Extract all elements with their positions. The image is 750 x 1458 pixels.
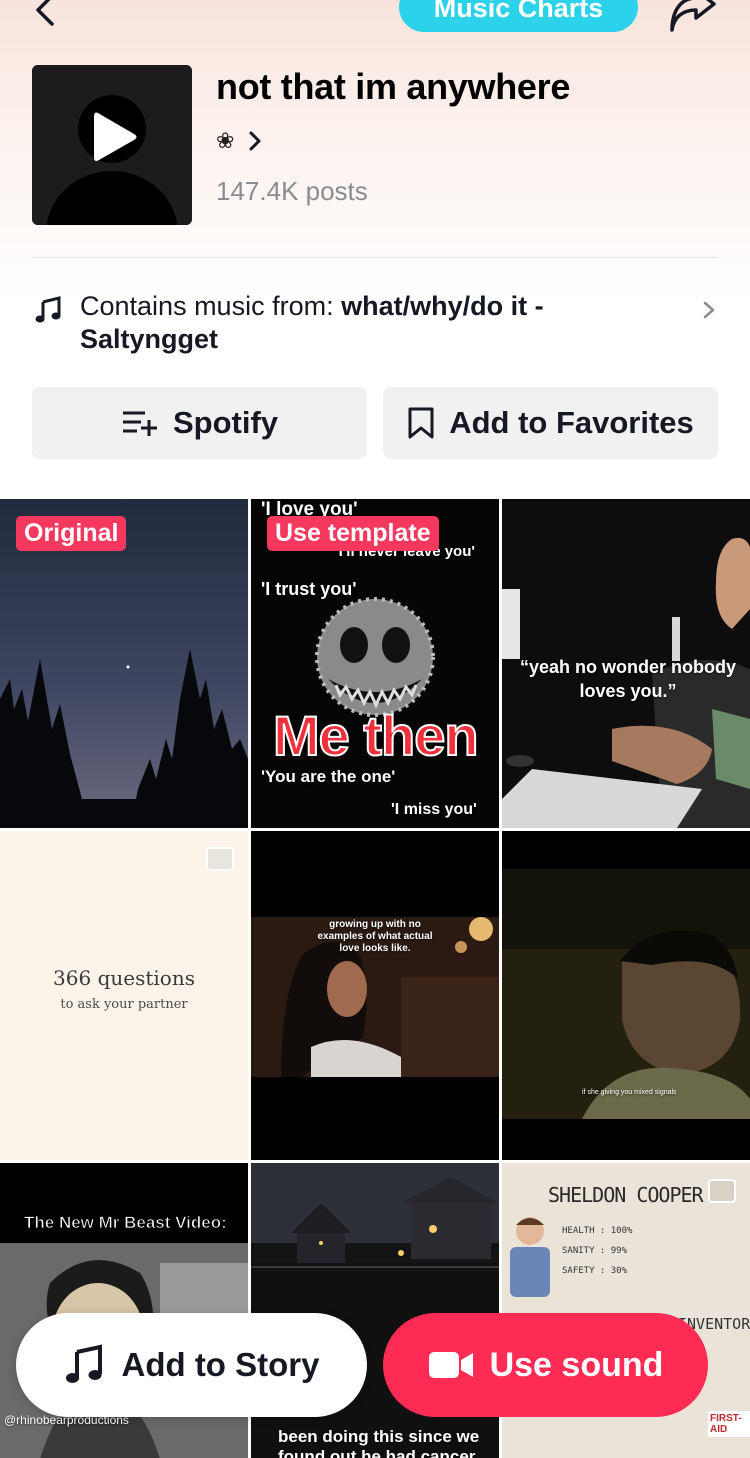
add-to-story-button[interactable]: Add to Story	[16, 1313, 367, 1417]
character-image	[510, 1217, 550, 1297]
music-note-icon	[65, 1344, 102, 1383]
tile4-title: 366 questions	[53, 966, 195, 990]
video-tile-questions[interactable]: 366 questions to ask your partner	[0, 831, 248, 1160]
tile2-line: 'You are the one'	[261, 767, 396, 786]
sound-cover[interactable]	[32, 65, 192, 225]
tile7-caption: The New Mr Beast Video:	[24, 1213, 228, 1233]
back-arrow-icon[interactable]	[28, 0, 68, 32]
post-count: 147.4K posts	[216, 176, 368, 206]
video-tile-computer[interactable]: “yeah no wonder nobody loves you.”	[502, 499, 750, 828]
play-icon[interactable]	[90, 107, 140, 167]
stat-safety: SAFETY : 30%	[562, 1266, 628, 1276]
original-badge: Original	[16, 516, 127, 551]
chevron-right-icon	[703, 301, 715, 319]
share-icon[interactable]	[666, 0, 720, 34]
tile6-caption: if she giving you mixed signals	[582, 1089, 677, 1096]
tile9-kit: FIRST-AID	[708, 1411, 750, 1437]
chevron-right-icon	[249, 131, 261, 151]
tile5-caption: growing up with no examples of what actu…	[317, 919, 433, 954]
add-to-story-label: Add to Story	[121, 1346, 320, 1383]
tile8-caption: been doing this since we found out he ha…	[278, 1427, 480, 1458]
tile3-caption: “yeah no wonder nobody loves you.”	[519, 657, 736, 701]
add-to-favorites-button[interactable]: Add to Favorites	[383, 387, 718, 459]
tile9-stats: HEALTH : 100% SANITY : 99% SAFETY : 30%	[562, 1221, 632, 1281]
photo-icon	[206, 847, 234, 871]
photo-icon	[708, 1179, 736, 1203]
use-sound-button[interactable]: Use sound	[383, 1313, 708, 1417]
contains-music-text: Contains music from: what/why/do it - Sa…	[80, 290, 640, 356]
contains-music-row[interactable]: Contains music from: what/why/do it - Sa…	[32, 290, 718, 360]
video-camera-icon	[428, 1352, 473, 1378]
tile4-subtitle: to ask your partner	[60, 997, 188, 1012]
video-tile-template[interactable]: 'I love you' 'I'll never leave you' 'I t…	[251, 499, 499, 828]
spotify-button[interactable]: Spotify	[32, 387, 367, 459]
tile9-title: SHELDON COOPER	[548, 1183, 704, 1207]
stat-sanity: SANITY : 99%	[562, 1246, 628, 1256]
stat-health: HEALTH : 100%	[562, 1226, 633, 1236]
bookmark-icon	[408, 407, 434, 439]
use-template-badge[interactable]: Use template	[267, 516, 439, 551]
video-tile-mixed-signals[interactable]: if she giving you mixed signals	[502, 831, 750, 1160]
tile2-line: 'I miss you'	[391, 801, 477, 818]
video-thumbnail-image	[502, 869, 750, 1119]
video-tile-original[interactable]: Original	[0, 499, 248, 828]
add-to-playlist-icon	[122, 411, 157, 436]
music-note-icon	[35, 296, 61, 323]
sound-title: not that im anywhere	[216, 66, 571, 107]
artist-name: ❀	[216, 128, 235, 153]
artist-link[interactable]: ❀	[216, 128, 262, 154]
spotify-label: Spotify	[172, 405, 279, 440]
video-tile-movie[interactable]: growing up with no examples of what actu…	[251, 831, 499, 1160]
divider	[32, 257, 718, 258]
use-sound-label: Use sound	[489, 1345, 664, 1384]
tile2-headline: Me then	[272, 703, 480, 768]
music-charts-chip[interactable]: Music Charts	[399, 0, 638, 32]
favorites-label: Add to Favorites	[449, 405, 694, 440]
contains-prefix: Contains music from:	[80, 291, 342, 321]
